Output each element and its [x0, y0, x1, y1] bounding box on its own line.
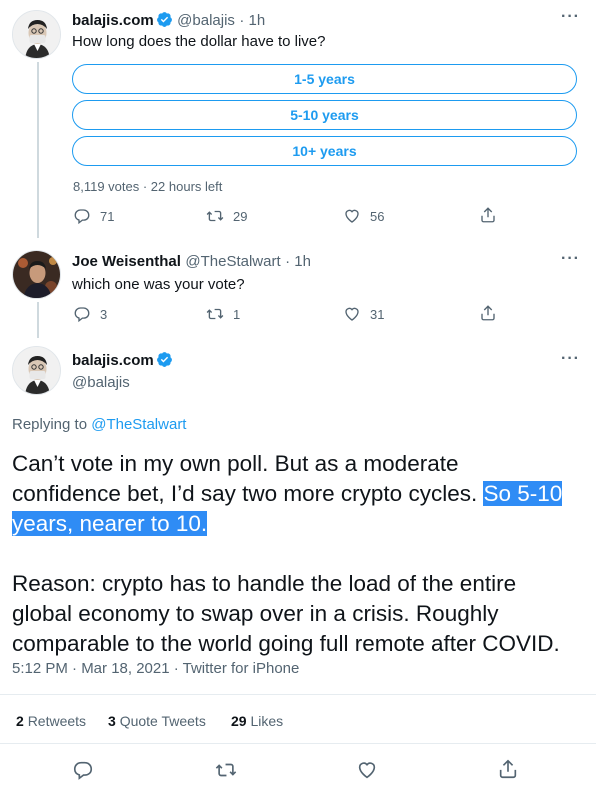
- tweet-text: How long does the dollar have to live?: [72, 33, 326, 50]
- verified-badge-icon: [156, 12, 172, 27]
- author-name[interactable]: Joe Weisenthal: [72, 253, 181, 270]
- heart-icon: [345, 307, 359, 321]
- author-handle[interactable]: @balajis: [177, 12, 235, 29]
- retweet-button[interactable]: 1: [206, 305, 240, 323]
- like-button[interactable]: 31: [343, 305, 384, 323]
- poll-option-5-10-years[interactable]: 5-10 years: [72, 100, 577, 130]
- likes-stat[interactable]: 29 Likes: [231, 713, 283, 729]
- reply-icon[interactable]: [72, 759, 94, 781]
- replying-to-prefix: Replying to: [12, 416, 92, 433]
- thread-line: [37, 62, 39, 238]
- share-icon[interactable]: [497, 758, 519, 780]
- retweet-icon[interactable]: [215, 759, 237, 781]
- avatar[interactable]: [12, 10, 61, 59]
- share-icon: [481, 305, 495, 321]
- more-options-icon[interactable]: ···: [561, 350, 580, 368]
- verified-badge-icon: [156, 352, 172, 367]
- like-count: 31: [370, 306, 385, 322]
- poll-option-10-plus-years[interactable]: 10+ years: [72, 136, 577, 166]
- reply-button[interactable]: 71: [73, 207, 114, 225]
- reply-count: 3: [100, 306, 108, 322]
- tweet-time[interactable]: · 1h: [285, 253, 311, 270]
- poll-option-1-5-years[interactable]: 1-5 years: [72, 64, 577, 94]
- selected-text: So 5-10: [483, 481, 563, 506]
- text-line: Reason: crypto has to handle the load of…: [12, 571, 517, 596]
- avatar[interactable]: [12, 346, 61, 395]
- like-count: 56: [370, 208, 385, 224]
- divider: [0, 694, 596, 695]
- author-handle[interactable]: @balajis: [72, 374, 130, 391]
- poll-meta: 8,119 votes · 22 hours left: [73, 179, 223, 194]
- reply-icon: [74, 209, 90, 225]
- selected-text: years, nearer to 10.: [12, 511, 208, 536]
- share-icon: [481, 207, 495, 223]
- author-handle[interactable]: @TheStalwart: [185, 253, 280, 270]
- more-options-icon[interactable]: ···: [561, 250, 580, 268]
- heart-icon: [345, 209, 359, 223]
- retweet-count: 1: [233, 306, 241, 322]
- author-name[interactable]: balajis.com: [72, 352, 154, 369]
- tweet-text: which one was your vote?: [72, 276, 245, 293]
- author-name[interactable]: balajis.com: [72, 12, 154, 29]
- retweets-stat[interactable]: 2 Retweets: [16, 713, 86, 729]
- text-line: Can’t vote in my own poll. But as a mode…: [12, 451, 459, 476]
- divider: [0, 743, 596, 744]
- more-options-icon[interactable]: ···: [561, 8, 580, 26]
- reply-button[interactable]: 3: [73, 305, 107, 323]
- like-button[interactable]: 56: [343, 207, 384, 225]
- reply-icon: [74, 307, 90, 323]
- share-button[interactable]: [479, 304, 506, 322]
- retweet-icon: [206, 210, 224, 222]
- tweet-timestamp[interactable]: 5:12 PM · Mar 18, 2021 · Twitter for iPh…: [12, 660, 299, 677]
- retweet-button[interactable]: 29: [206, 207, 247, 225]
- avatar[interactable]: [12, 250, 61, 299]
- thread-line: [37, 302, 39, 338]
- text-line: years, nearer to 10.: [12, 509, 592, 539]
- reply-count: 71: [100, 208, 115, 224]
- retweet-count: 29: [233, 208, 248, 224]
- text-line: comparable to the world going full remot…: [12, 631, 560, 656]
- replying-to-link[interactable]: @TheStalwart: [91, 416, 186, 433]
- text-line: confidence bet, I’d say two more crypto …: [12, 481, 563, 506]
- retweet-icon: [206, 308, 224, 320]
- tweet-time[interactable]: · 1h: [239, 12, 265, 29]
- quote-tweets-stat[interactable]: 3 Quote Tweets: [108, 713, 206, 729]
- share-button[interactable]: [479, 206, 506, 224]
- main-tweet-text: Can’t vote in my own poll. But as a mode…: [12, 449, 592, 659]
- text-line: global economy to swap over in a crisis.…: [12, 601, 499, 626]
- heart-icon[interactable]: [356, 759, 378, 781]
